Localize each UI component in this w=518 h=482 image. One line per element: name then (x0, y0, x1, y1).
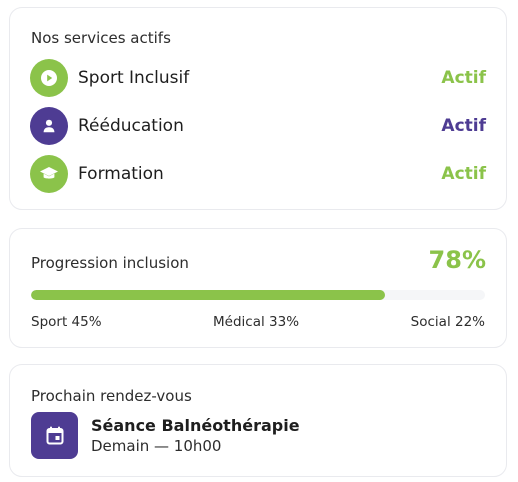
legend-medical: Médical 33% (213, 314, 300, 330)
calendar-icon (31, 412, 78, 459)
services-title: Nos services actifs (31, 29, 171, 47)
services-card: Nos services actifs Sport Inclusif Actif… (9, 7, 507, 210)
appointment-card[interactable]: Prochain rendez-vous Séance Balnéothérap… (9, 364, 507, 477)
appointment-title: Prochain rendez-vous (31, 387, 192, 405)
progress-title: Progression inclusion (31, 254, 189, 272)
progress-percentage: 78% (428, 246, 486, 274)
progress-bar-fill (31, 290, 386, 300)
appointment-time: Demain — 10h00 (91, 437, 222, 455)
service-row-sport-inclusif[interactable]: Sport Inclusif Actif (30, 59, 486, 97)
person-icon (30, 107, 68, 145)
service-row-reeducation[interactable]: Rééducation Actif (30, 107, 486, 145)
service-status: Actif (441, 68, 486, 88)
graduation-cap-icon (30, 155, 68, 193)
progress-bar (31, 290, 485, 300)
legend-sport: Sport 45% (31, 314, 102, 330)
service-status: Actif (441, 116, 486, 136)
service-status: Actif (441, 164, 486, 184)
service-name: Sport Inclusif (78, 68, 190, 88)
legend-social: Social 22% (410, 314, 485, 330)
service-name: Formation (78, 164, 164, 184)
appointment-name: Séance Balnéothérapie (91, 416, 300, 435)
service-name: Rééducation (78, 116, 184, 136)
progress-card: Progression inclusion 78% Sport 45% Médi… (9, 228, 507, 348)
service-row-formation[interactable]: Formation Actif (30, 155, 486, 193)
play-circle-icon (30, 59, 68, 97)
